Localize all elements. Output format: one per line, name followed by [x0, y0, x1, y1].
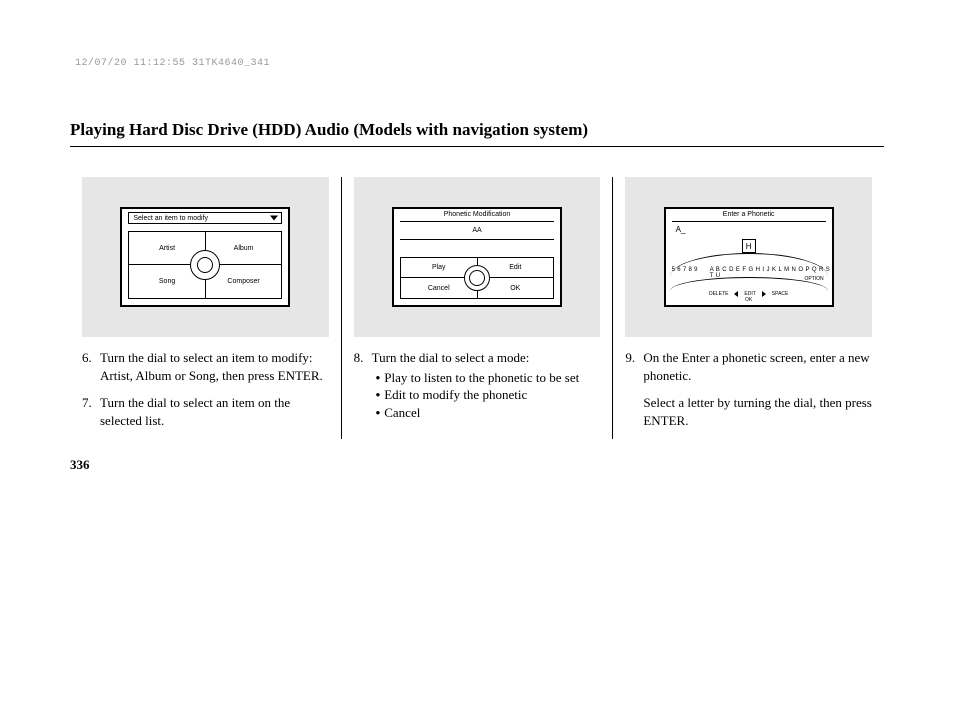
screen-3-numbers: 5 6 7 8 9: [672, 267, 698, 273]
step-9-note: Select a letter by turning the dial, the…: [625, 394, 872, 429]
step-8-bullet-2: Edit to modify the phonetic: [386, 386, 601, 404]
page-title: Playing Hard Disc Drive (HDD) Audio (Mod…: [70, 120, 884, 140]
step-8-body: Turn the dial to select a mode: Play to …: [372, 349, 601, 421]
screen-1-grid: Artist Album Song Composer: [128, 231, 282, 299]
screen-3-delete: DELETE: [709, 291, 728, 297]
divider: [672, 221, 826, 222]
step-8-num: 8.: [354, 349, 372, 421]
screen-3: Enter a Phonetic A_ H 5 6 7 8 9 A B C D …: [664, 207, 834, 307]
step-6-num: 6.: [82, 349, 100, 384]
content-columns: Select an item to modify Artist Album So…: [70, 177, 884, 439]
screen-3-highlight: H: [742, 239, 756, 253]
page-number: 336: [70, 457, 884, 473]
step-6-text: Turn the dial to select an item to modif…: [100, 349, 329, 384]
screen-2-title: Phonetic Modification: [394, 211, 560, 218]
screen-3-ok: OK: [745, 297, 752, 303]
step-9-num: 9.: [625, 349, 643, 384]
divider: [400, 221, 554, 222]
step-7: 7. Turn the dial to select an item on th…: [82, 394, 329, 429]
step-9: 9. On the Enter a phonetic screen, enter…: [625, 349, 872, 384]
step-9-text: On the Enter a phonetic screen, enter a …: [643, 349, 872, 384]
screen-2-grid: Play Edit Cancel OK: [400, 257, 554, 299]
screen-illustration-2: Phonetic Modification AA Play Edit Cance…: [354, 177, 601, 337]
screen-3-option: OPTION: [805, 276, 824, 282]
step-8-bullets: Play to listen to the phonetic to be set…: [372, 369, 601, 422]
screen-3-space: SPACE: [772, 291, 789, 297]
column-2: Phonetic Modification AA Play Edit Cance…: [341, 177, 613, 439]
manual-page: 12/07/20 11:12:55 31TK4640_341 Playing H…: [0, 0, 954, 513]
title-rule: [70, 146, 884, 147]
step-8: 8. Turn the dial to select a mode: Play …: [354, 349, 601, 421]
column-3: Enter a Phonetic A_ H 5 6 7 8 9 A B C D …: [612, 177, 884, 439]
step-8-text: Turn the dial to select a mode:: [372, 350, 530, 365]
triangle-left-icon: [734, 291, 738, 297]
print-timestamp: 12/07/20 11:12:55 31TK4640_341: [75, 58, 270, 69]
screen-illustration-3: Enter a Phonetic A_ H 5 6 7 8 9 A B C D …: [625, 177, 872, 337]
dial-icon: [190, 250, 220, 280]
screen-1-title: Select an item to modify: [128, 212, 282, 224]
step-7-num: 7.: [82, 394, 100, 429]
step-8-bullet-1: Play to listen to the phonetic to be set: [386, 369, 601, 387]
screen-3-title: Enter a Phonetic: [666, 211, 832, 218]
step-6: 6. Turn the dial to select an item to mo…: [82, 349, 329, 384]
divider: [400, 239, 554, 240]
screen-3-value: A_: [676, 225, 686, 234]
screen-2: Phonetic Modification AA Play Edit Cance…: [392, 207, 562, 307]
dial-icon: [464, 265, 490, 291]
column-1: Select an item to modify Artist Album So…: [70, 177, 341, 439]
triangle-right-icon: [762, 291, 766, 297]
step-8-bullet-3: Cancel: [386, 404, 601, 422]
screen-illustration-1: Select an item to modify Artist Album So…: [82, 177, 329, 337]
screen-2-value: AA: [394, 227, 560, 234]
screen-1: Select an item to modify Artist Album So…: [120, 207, 290, 307]
step-7-text: Turn the dial to select an item on the s…: [100, 394, 329, 429]
